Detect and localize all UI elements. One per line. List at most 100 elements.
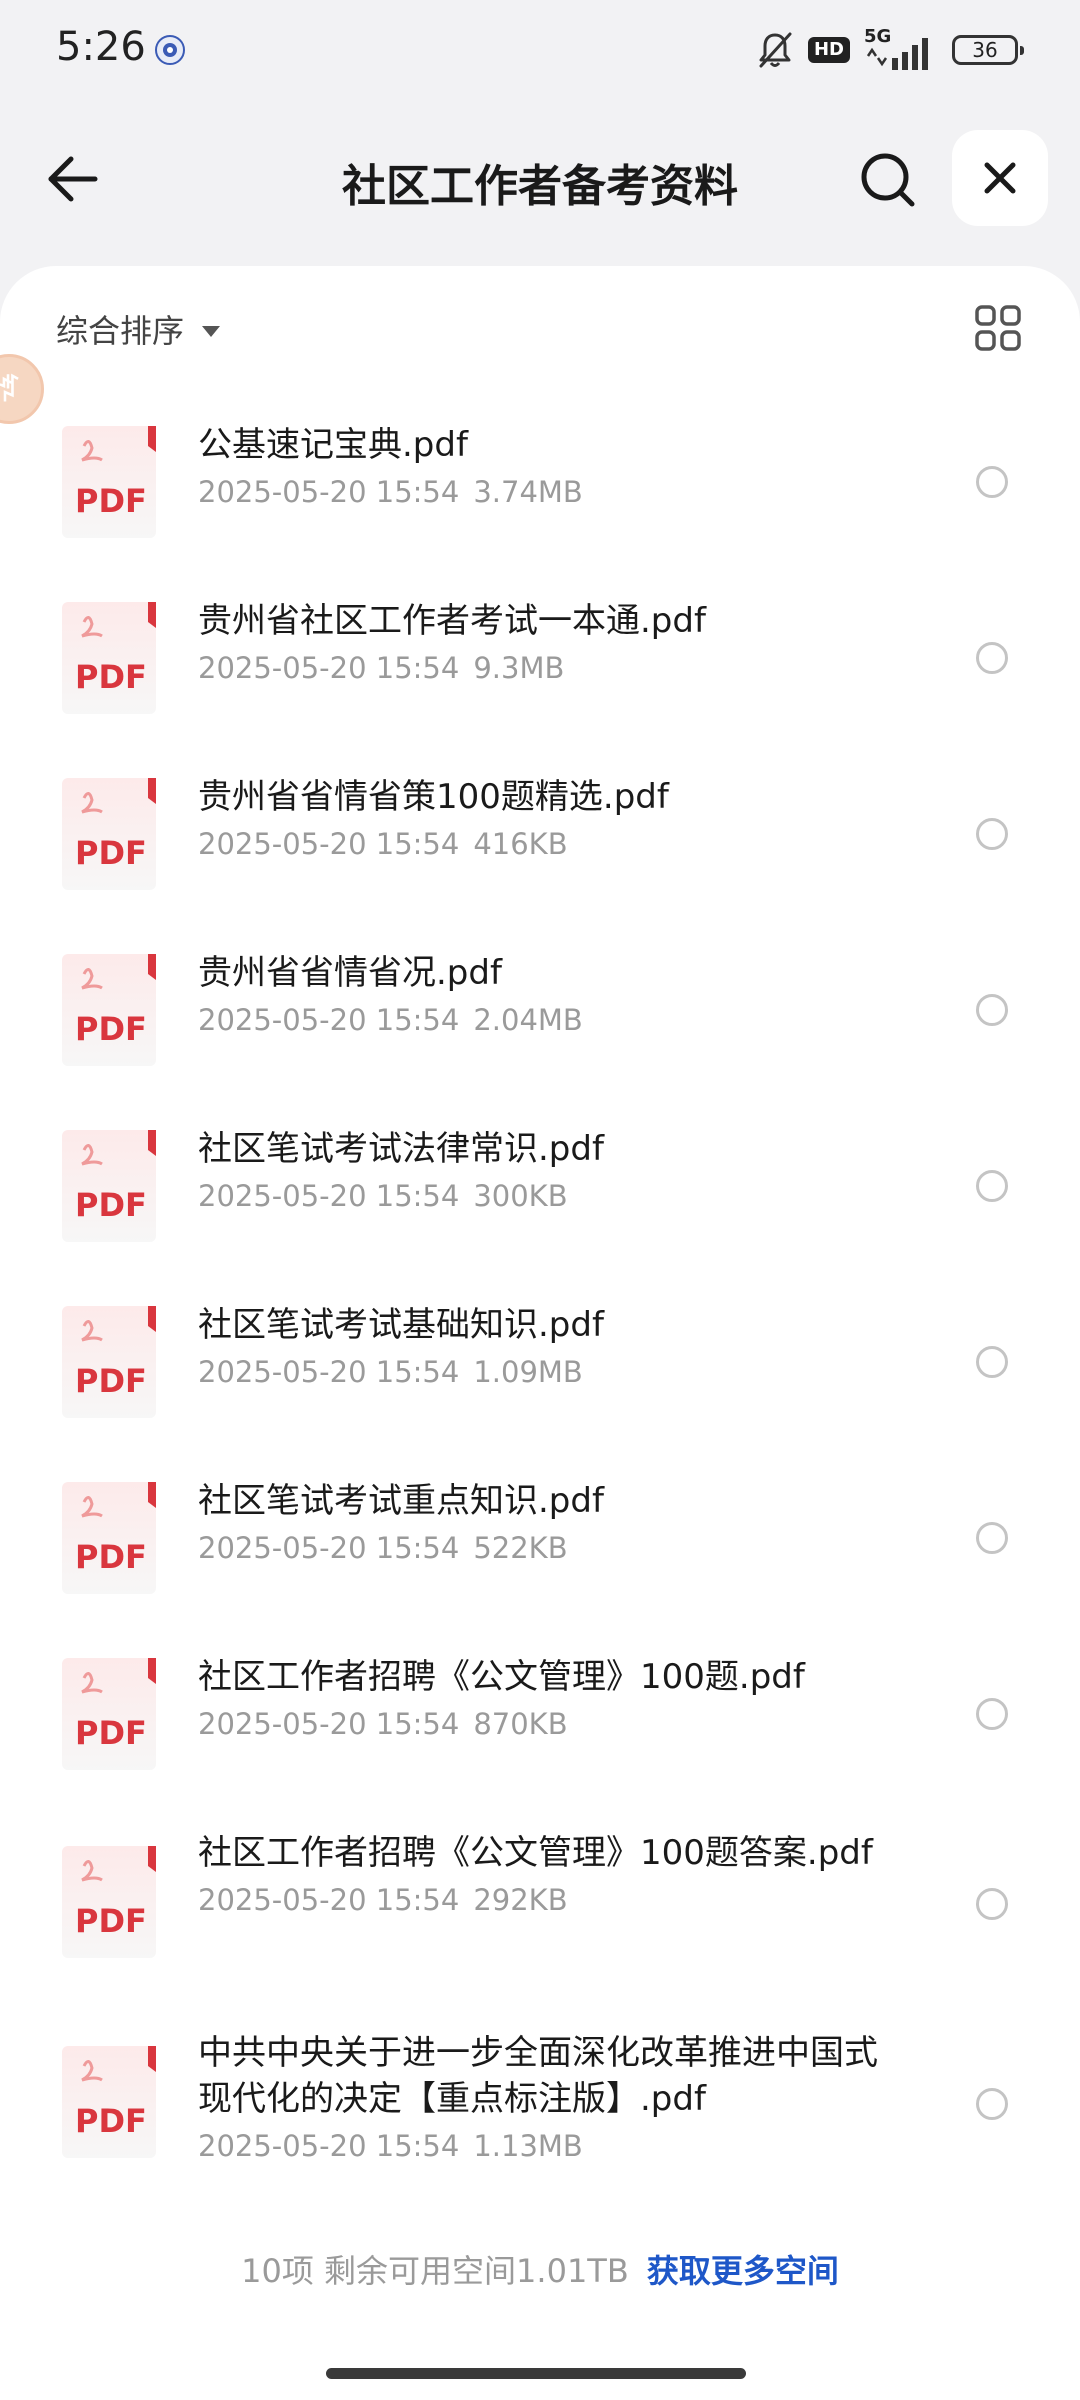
file-name: 中共中央关于进一步全面深化改革推进中国式现代化的决定【重点标注版】.pdf: [198, 2033, 878, 2119]
pdf-icon-label: PDF: [75, 482, 147, 520]
file-size: 292KB: [473, 1883, 568, 1917]
file-info: 贵州省省情省策100题精选.pdf 2025-05-20 15:54 416KB: [198, 774, 878, 864]
file-name: 贵州省社区工作者考试一本通.pdf: [198, 601, 706, 641]
close-button[interactable]: [952, 130, 1048, 226]
sort-dropdown[interactable]: 综合排序: [56, 306, 221, 352]
status-icons: HD 5G 36: [756, 26, 1024, 74]
file-meta: 2025-05-20 15:54 416KB: [198, 824, 878, 864]
app-notification-icon: [155, 35, 185, 65]
file-info: 社区笔试考试基础知识.pdf 2025-05-20 15:54 1.09MB: [198, 1302, 878, 1392]
pdf-icon-label: PDF: [75, 1538, 147, 1576]
floating-assistant-bubble[interactable]: ꆶ: [0, 354, 44, 424]
sort-label: 综合排序: [56, 312, 185, 350]
select-radio[interactable]: [976, 1170, 1008, 1202]
file-meta: 2025-05-20 15:54 1.09MB: [198, 1352, 878, 1392]
file-name: 社区笔试考试重点知识.pdf: [198, 1481, 604, 1521]
select-radio[interactable]: [976, 1522, 1008, 1554]
file-name: 社区工作者招聘《公文管理》100题.pdf: [198, 1657, 805, 1697]
pdf-icon-label: PDF: [75, 2102, 147, 2140]
file-name: 社区笔试考试基础知识.pdf: [198, 1305, 604, 1345]
file-meta: 2025-05-20 15:54 3.74MB: [198, 472, 878, 512]
file-info: 社区笔试考试重点知识.pdf 2025-05-20 15:54 522KB: [198, 1478, 878, 1568]
assistant-glyph: ꆶ: [0, 373, 21, 409]
file-size: 1.09MB: [473, 1355, 583, 1389]
select-radio[interactable]: [976, 466, 1008, 498]
select-radio[interactable]: [976, 1888, 1008, 1920]
battery-level: 36: [972, 38, 998, 62]
file-date: 2025-05-20 15:54: [198, 1003, 460, 1037]
pdf-file-icon: PDF: [62, 1658, 156, 1770]
select-radio[interactable]: [976, 642, 1008, 674]
pdf-icon-label: PDF: [75, 1186, 147, 1224]
file-info: 社区工作者招聘《公文管理》100题.pdf 2025-05-20 15:54 870…: [198, 1654, 878, 1744]
grid-view-icon[interactable]: [972, 302, 1024, 354]
file-info: 社区笔试考试法律常识.pdf 2025-05-20 15:54 300KB: [198, 1126, 878, 1216]
file-name: 社区工作者招聘《公文管理》100题答案.pdf: [198, 1833, 873, 1873]
search-button[interactable]: [852, 144, 924, 216]
file-date: 2025-05-20 15:54: [198, 475, 460, 509]
battery-icon: 36: [952, 35, 1024, 65]
select-radio[interactable]: [976, 2088, 1008, 2120]
pdf-file-icon: PDF: [62, 1306, 156, 1418]
file-meta: 2025-05-20 15:54 522KB: [198, 1528, 878, 1568]
home-indicator[interactable]: [326, 2368, 746, 2379]
file-info: 公基速记宝典.pdf 2025-05-20 15:54 3.74MB: [198, 422, 878, 512]
select-radio[interactable]: [976, 994, 1008, 1026]
file-date: 2025-05-20 15:54: [198, 2129, 460, 2163]
file-name: 贵州省省情省况.pdf: [198, 953, 502, 993]
file-info: 社区工作者招聘《公文管理》100题答案.pdf 2025-05-20 15:54 2…: [198, 1830, 878, 1920]
file-meta: 2025-05-20 15:54 870KB: [198, 1704, 878, 1744]
file-meta: 2025-05-20 15:54 1.13MB: [198, 2126, 878, 2166]
pdf-icon-label: PDF: [75, 1714, 147, 1752]
search-icon: [861, 153, 915, 207]
file-name: 贵州省省情省策100题精选.pdf: [198, 777, 669, 817]
file-size: 9.3MB: [473, 651, 565, 685]
file-date: 2025-05-20 15:54: [198, 1179, 460, 1213]
file-size: 300KB: [473, 1179, 568, 1213]
file-info: 贵州省社区工作者考试一本通.pdf 2025-05-20 15:54 9.3MB: [198, 598, 878, 688]
pdf-file-icon: PDF: [62, 1130, 156, 1242]
header: 社区工作者备考资料: [0, 120, 1080, 236]
pdf-icon-label: PDF: [75, 1362, 147, 1400]
file-size: 522KB: [473, 1531, 568, 1565]
status-bar: 5:26 HD 5G 36: [0, 0, 1080, 100]
select-radio[interactable]: [976, 1346, 1008, 1378]
file-info: 中共中央关于进一步全面深化改革推进中国式现代化的决定【重点标注版】.pdf 202…: [198, 2030, 878, 2166]
file-date: 2025-05-20 15:54: [198, 1355, 460, 1389]
storage-info: 10项 剩余可用空间1.01TB 获取更多空间: [0, 2246, 1080, 2292]
file-meta: 2025-05-20 15:54 9.3MB: [198, 648, 878, 688]
storage-count-text: 10项 剩余可用空间1.01TB: [241, 2252, 629, 2290]
file-meta: 2025-05-20 15:54 300KB: [198, 1176, 878, 1216]
file-meta: 2025-05-20 15:54 2.04MB: [198, 1000, 878, 1040]
file-info: 贵州省省情省况.pdf 2025-05-20 15:54 2.04MB: [198, 950, 878, 1040]
pdf-file-icon: PDF: [62, 2046, 156, 2158]
pdf-file-icon: PDF: [62, 1482, 156, 1594]
signal-icon: 5G: [864, 26, 938, 74]
mute-bell-icon: [759, 32, 792, 68]
pdf-file-icon: PDF: [62, 778, 156, 890]
pdf-file-icon: PDF: [62, 602, 156, 714]
network-type: 5G: [864, 26, 892, 47]
file-size: 870KB: [473, 1707, 568, 1741]
file-list-panel: 综合排序 ꆶ PDF 公基速记宝典.pdf 2025-05-20 15:54 3.74…: [0, 266, 1080, 2400]
file-size: 1.13MB: [473, 2129, 583, 2163]
file-date: 2025-05-20 15:54: [198, 1531, 460, 1565]
close-icon: [984, 162, 1016, 194]
file-name: 公基速记宝典.pdf: [198, 425, 468, 465]
file-date: 2025-05-20 15:54: [198, 1707, 460, 1741]
select-radio[interactable]: [976, 818, 1008, 850]
pdf-icon-label: PDF: [75, 1010, 147, 1048]
pdf-file-icon: PDF: [62, 1846, 156, 1958]
hd-badge: HD: [807, 37, 850, 63]
file-size: 416KB: [473, 827, 568, 861]
pdf-file-icon: PDF: [62, 954, 156, 1066]
pdf-icon-label: PDF: [75, 1902, 147, 1940]
get-more-space-link[interactable]: 获取更多空间: [647, 2252, 839, 2290]
file-name: 社区笔试考试法律常识.pdf: [198, 1129, 604, 1169]
status-time: 5:26: [56, 24, 146, 70]
file-size: 3.74MB: [473, 475, 583, 509]
file-date: 2025-05-20 15:54: [198, 827, 460, 861]
select-radio[interactable]: [976, 1698, 1008, 1730]
caret-down-icon: [202, 325, 221, 337]
pdf-icon-label: PDF: [75, 658, 147, 696]
